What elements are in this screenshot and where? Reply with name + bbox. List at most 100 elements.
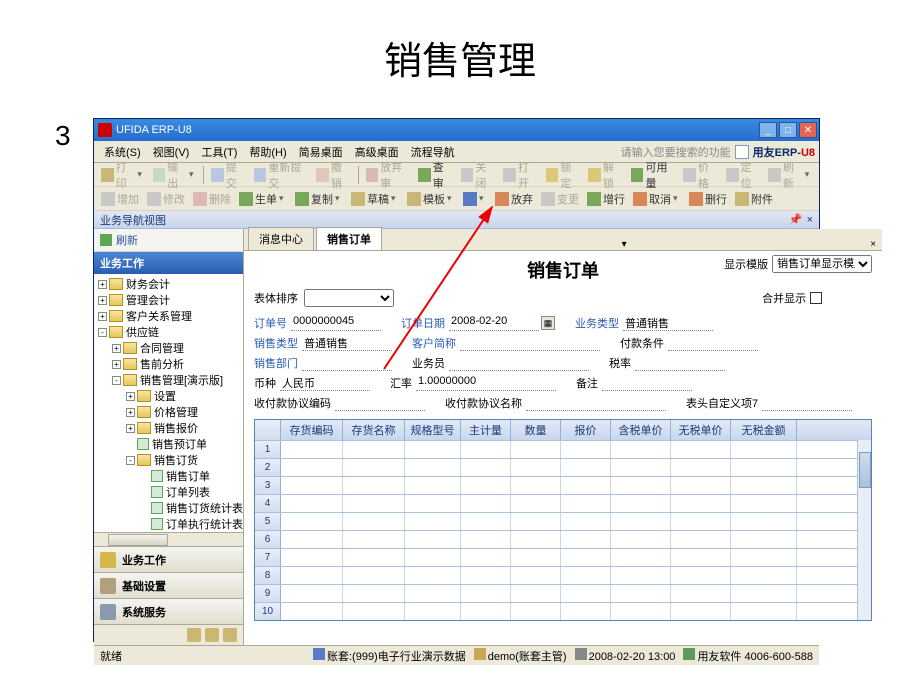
tool-icon-1[interactable]	[187, 628, 201, 642]
display-template-select[interactable]: 销售订单显示模版	[772, 255, 872, 273]
tb-change[interactable]: 变更	[538, 190, 582, 208]
search-dropdown-icon[interactable]	[735, 145, 749, 159]
tb-audit[interactable]: 查审	[415, 158, 456, 192]
col-header[interactable]: 无税金额	[731, 420, 797, 440]
grid-row[interactable]: 9	[255, 584, 871, 602]
tool-icon-3[interactable]	[223, 628, 237, 642]
tb-add-row[interactable]: 增行	[584, 190, 628, 208]
grid-row[interactable]: 6	[255, 530, 871, 548]
val-order-date[interactable]: 2008-02-20	[449, 315, 539, 331]
tb-attachment[interactable]: 附件	[732, 190, 776, 208]
val-rate[interactable]: 1.00000000	[416, 375, 556, 391]
tb-abandon-audit[interactable]: 放弃审	[363, 158, 414, 192]
col-header[interactable]: 规格型号	[405, 420, 461, 440]
refresh-button[interactable]: 刷新	[94, 229, 243, 252]
tool-icon-2[interactable]	[205, 628, 219, 642]
col-header[interactable]: 存货编码	[281, 420, 343, 440]
tree-node[interactable]: -销售管理[演示版]	[94, 372, 243, 388]
minimize-button[interactable]: _	[759, 122, 777, 138]
val-agree-name[interactable]	[526, 395, 666, 411]
tb-del-row[interactable]: 删行	[686, 190, 730, 208]
grid-vscrollbar[interactable]	[857, 440, 871, 620]
date-picker-icon[interactable]: ▦	[541, 316, 555, 330]
tb-revoke[interactable]: 撤销	[313, 158, 354, 192]
tb-price[interactable]: 价格	[680, 158, 721, 192]
tree-node[interactable]: 销售订货统计表	[94, 500, 243, 516]
accordion-system[interactable]: 系统服务	[94, 599, 243, 625]
tree-hscrollbar[interactable]	[94, 532, 243, 546]
tb-available[interactable]: 可用量	[628, 158, 679, 192]
tree-node[interactable]: +合同管理	[94, 340, 243, 356]
tb-save[interactable]: ▾	[460, 191, 490, 207]
tree-node[interactable]: 销售订单	[94, 468, 243, 484]
val-staff[interactable]	[449, 355, 589, 371]
tb-template[interactable]: 模板▾	[404, 190, 458, 208]
tb-copy[interactable]: 复制▾	[292, 190, 346, 208]
col-header[interactable]: 存货名称	[343, 420, 405, 440]
tree-node[interactable]: +财务会计	[94, 276, 243, 292]
val-memo[interactable]	[602, 375, 692, 391]
tb-print[interactable]: 打印▾	[98, 158, 148, 192]
grid-row[interactable]: 4	[255, 494, 871, 512]
tb-generate[interactable]: 生单▾	[236, 190, 290, 208]
val-order-no[interactable]: 0000000045	[291, 315, 381, 331]
tab-close-icon[interactable]: ×	[870, 239, 876, 250]
tb-discard[interactable]: 放弃	[492, 190, 536, 208]
tree-node[interactable]: +客户关系管理	[94, 308, 243, 324]
tree-node[interactable]: 订单列表	[94, 484, 243, 500]
val-currency[interactable]: 人民币	[280, 375, 370, 391]
tree-node[interactable]: +价格管理	[94, 404, 243, 420]
grid-row[interactable]: 1	[255, 440, 871, 458]
tb-cancel[interactable]: 取消▾	[630, 190, 684, 208]
val-customer[interactable]	[460, 335, 600, 351]
grid-row[interactable]: 2	[255, 458, 871, 476]
tb-open-doc[interactable]: 打开	[500, 158, 541, 192]
tb-add[interactable]: 增加	[98, 190, 142, 208]
tree-node[interactable]: +售前分析	[94, 356, 243, 372]
col-header[interactable]: 无税单价	[671, 420, 731, 440]
tb-export[interactable]: 输出▾	[150, 158, 200, 192]
grid-row[interactable]: 8	[255, 566, 871, 584]
pin-icon[interactable]: 📌	[789, 213, 803, 226]
grid-row[interactable]: 5	[255, 512, 871, 530]
grid-row[interactable]: 3	[255, 476, 871, 494]
tab-sales-order[interactable]: 销售订单	[316, 227, 382, 250]
merge-checkbox[interactable]	[810, 292, 822, 304]
tb-unlock[interactable]: 解锁	[585, 158, 626, 192]
tb-lock[interactable]: 锁定	[543, 158, 584, 192]
tab-dropdown-icon[interactable]: ▾	[622, 239, 627, 250]
grid-row[interactable]: 10	[255, 602, 871, 620]
col-header[interactable]: 数量	[511, 420, 561, 440]
val-biz-type[interactable]: 普通销售	[623, 315, 713, 331]
tb-close-doc[interactable]: 关闭	[458, 158, 499, 192]
tb-refresh[interactable]: 刷新▾	[765, 158, 815, 192]
tree-node[interactable]: +设置	[94, 388, 243, 404]
tree-node[interactable]: 销售预订单	[94, 436, 243, 452]
tree-node[interactable]: -销售订货	[94, 452, 243, 468]
accordion-business[interactable]: 业务工作	[94, 547, 243, 573]
val-tax[interactable]	[635, 355, 725, 371]
close-button[interactable]: ✕	[799, 122, 817, 138]
tab-message-center[interactable]: 消息中心	[248, 227, 314, 250]
grid-row[interactable]: 7	[255, 548, 871, 566]
tb-edit[interactable]: 修改	[144, 190, 188, 208]
tb-draft[interactable]: 草稿▾	[348, 190, 402, 208]
tb-resubmit[interactable]: 重新提交	[251, 158, 312, 192]
maximize-button[interactable]: □	[779, 122, 797, 138]
tb-locate[interactable]: 定位	[723, 158, 764, 192]
accordion-basic[interactable]: 基础设置	[94, 573, 243, 599]
val-sale-type[interactable]: 普通销售	[302, 335, 392, 351]
tree-node[interactable]: +管理会计	[94, 292, 243, 308]
val-udf7[interactable]	[762, 395, 852, 411]
tree-node[interactable]: -供应链	[94, 324, 243, 340]
val-dept[interactable]	[302, 355, 392, 371]
col-header[interactable]: 主计量	[461, 420, 511, 440]
col-header[interactable]: 报价	[561, 420, 611, 440]
tb-delete[interactable]: 删除	[190, 190, 234, 208]
val-payment[interactable]	[668, 335, 758, 351]
tree-node[interactable]: +销售报价	[94, 420, 243, 436]
nav-close-icon[interactable]: ×	[807, 214, 813, 226]
val-agree-no[interactable]	[335, 395, 425, 411]
tree-node[interactable]: 订单执行统计表	[94, 516, 243, 532]
sort-select[interactable]	[304, 289, 394, 307]
